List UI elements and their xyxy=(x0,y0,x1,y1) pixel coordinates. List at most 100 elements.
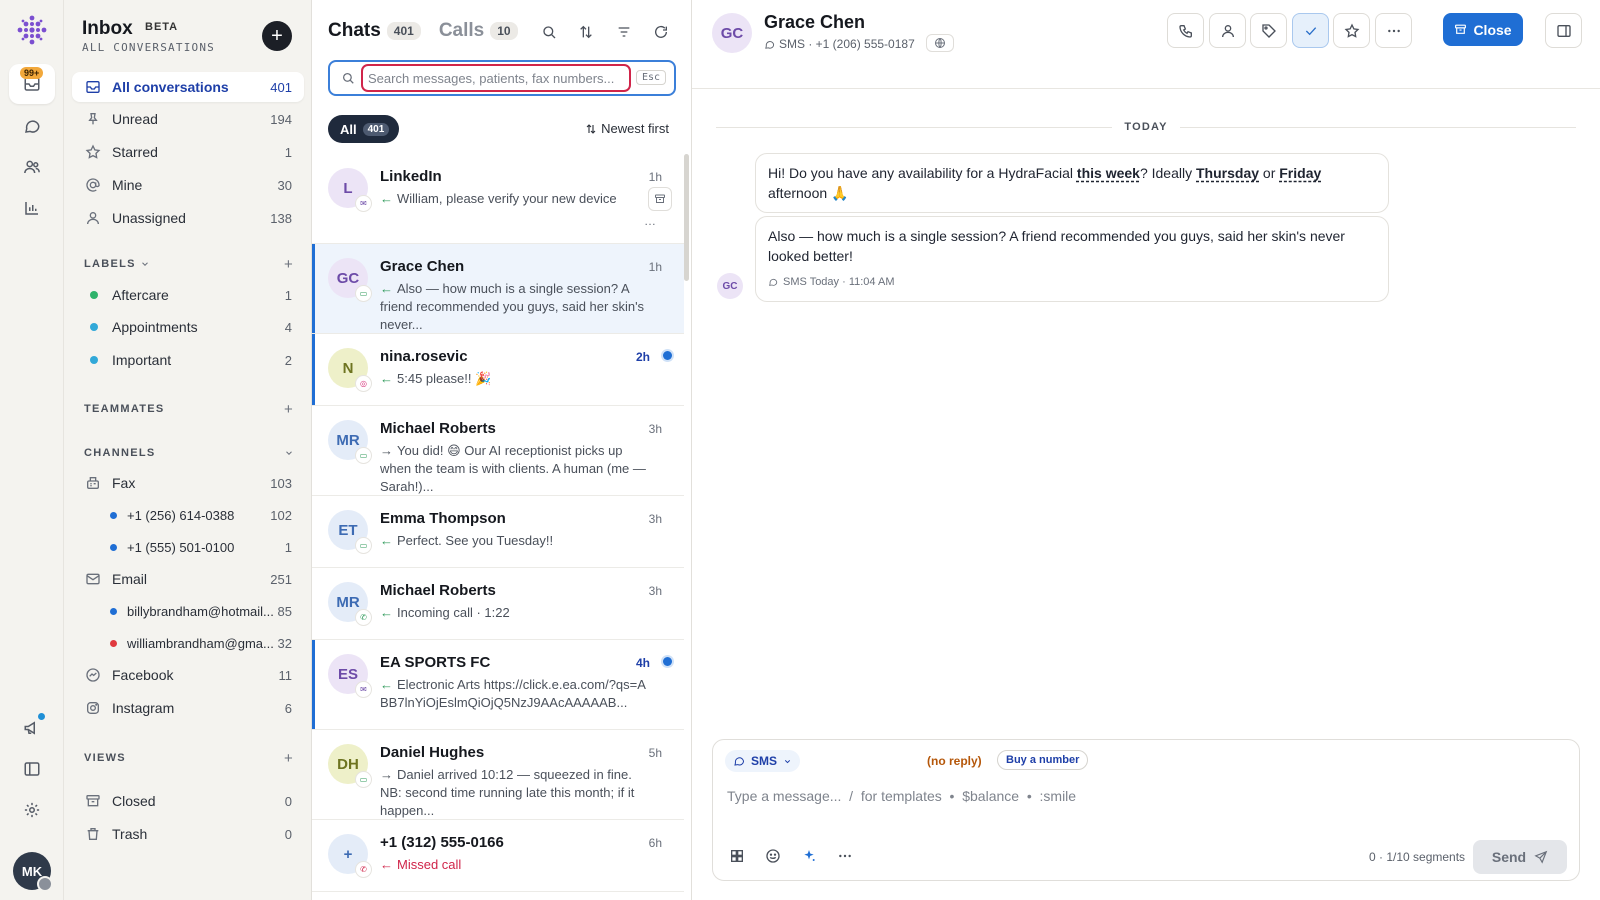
rail-settings-button[interactable] xyxy=(9,790,55,830)
avatar: + ✆ xyxy=(328,834,371,877)
sidebar-fax-number-2[interactable]: +1 (555) 501-0100 1 xyxy=(72,532,304,562)
conversation-item[interactable]: MR ▭ Michael Roberts 3h → You did! 😄 Our A… xyxy=(312,406,684,496)
send-button[interactable]: Send xyxy=(1473,840,1567,874)
megaphone-icon xyxy=(24,721,35,735)
message-bubble[interactable]: Hi! Do you have any availability for a H… xyxy=(755,153,1389,213)
label-button[interactable] xyxy=(1250,13,1287,48)
sidebar-channel-email[interactable]: Email 251 xyxy=(72,564,304,594)
avatar: MR ✆ xyxy=(328,582,371,625)
rail-chat-button[interactable] xyxy=(9,106,55,146)
date-suggestion-link[interactable]: this week xyxy=(1077,165,1140,181)
message-bubble[interactable]: Also — how much is a single session? A f… xyxy=(755,216,1389,302)
templates-button[interactable] xyxy=(725,844,749,868)
more-options-button[interactable] xyxy=(1375,13,1412,48)
sidebar-view-closed[interactable]: Closed 0 xyxy=(72,786,304,816)
filter-button[interactable] xyxy=(612,20,636,44)
filter-all-chip[interactable]: All 401 xyxy=(328,115,400,143)
conversation-preview: → Daniel arrived 10:12 — squeezed in fine… xyxy=(380,766,648,820)
tab-calls[interactable]: Calls 10 xyxy=(439,20,518,42)
assign-button[interactable] xyxy=(1209,13,1246,48)
user-avatar[interactable]: MK xyxy=(13,852,53,892)
sidebar-email-account-1[interactable]: billybrandham@hotmail... 85 xyxy=(72,596,304,626)
add-view-icon[interactable]: + xyxy=(284,750,294,767)
sidebar-email-account-2[interactable]: williambrandham@gma... 32 xyxy=(72,628,304,658)
views-section-header[interactable]: VIEWS + xyxy=(84,750,294,767)
label-color-dot xyxy=(90,323,98,331)
rail-contacts-button[interactable] xyxy=(9,147,55,187)
sidebar-item-all-conversations[interactable]: All conversations 401 xyxy=(72,72,304,102)
tab-chats[interactable]: Chats 401 xyxy=(328,20,421,42)
add-teammate-icon[interactable]: + xyxy=(284,401,294,418)
add-label-icon[interactable]: + xyxy=(284,256,294,273)
ai-assist-button[interactable] xyxy=(797,844,821,868)
search-button[interactable] xyxy=(537,20,561,44)
avatar: L ✉ xyxy=(328,168,371,211)
chevron-down-icon[interactable] xyxy=(284,448,294,458)
star-button[interactable] xyxy=(1333,13,1370,48)
conversation-item[interactable]: N ◎ nina.rosevic 2h ← 5:45 please!! 🎉 xyxy=(312,334,684,406)
refresh-button[interactable] xyxy=(649,20,673,44)
contact-name[interactable]: Grace Chen xyxy=(764,12,865,33)
archive-button[interactable] xyxy=(648,187,672,211)
rail-inbox-button[interactable]: 99+ xyxy=(9,64,55,104)
conversation-item[interactable]: MR ✆ Michael Roberts 3h ← Incoming call · … xyxy=(312,568,684,640)
trash-icon xyxy=(84,825,102,843)
search-input[interactable] xyxy=(361,64,631,92)
sidebar-channel-instagram[interactable]: Instagram 6 xyxy=(72,693,304,723)
message-input[interactable] xyxy=(727,784,1367,808)
sidebar-view-trash[interactable]: Trash 0 xyxy=(72,819,304,849)
sidebar-item-mine[interactable]: Mine 30 xyxy=(72,170,304,200)
channel-selector[interactable]: SMS xyxy=(725,750,801,772)
preview-text: Incoming call · 1:22 xyxy=(397,605,510,620)
emoji-button[interactable] xyxy=(761,844,785,868)
avatar: ES ✉ xyxy=(328,654,371,697)
sort-dropdown[interactable]: Newest first xyxy=(585,121,669,136)
mark-done-button[interactable] xyxy=(1292,13,1329,48)
sort-toggle-button[interactable] xyxy=(574,20,598,44)
avatar: ET ▭ xyxy=(328,510,371,553)
sidebar-channel-fax[interactable]: Fax 103 xyxy=(72,468,304,498)
rail-announcements-button[interactable] xyxy=(9,708,55,748)
language-button[interactable] xyxy=(926,34,954,52)
date-divider-label: TODAY xyxy=(1124,121,1168,133)
sidebar-item-starred[interactable]: Starred 1 xyxy=(72,137,304,167)
call-button[interactable] xyxy=(1167,13,1204,48)
date-suggestion-link[interactable]: Thursday xyxy=(1196,165,1259,181)
labels-section-header[interactable]: LABELS + xyxy=(84,256,294,273)
check-icon xyxy=(1305,26,1316,35)
sidebar-label-appointments[interactable]: Appointments 4 xyxy=(72,312,304,342)
app-logo[interactable] xyxy=(14,12,50,48)
conversation-item[interactable]: + ✆ +1 (312) 555-0166 6h ← Missed call xyxy=(312,820,684,892)
more-tools-button[interactable] xyxy=(833,844,857,868)
close-conversation-button[interactable]: Close xyxy=(1443,13,1523,46)
rail-reports-button[interactable] xyxy=(9,188,55,228)
conversation-item[interactable]: GC ▭ Grace Chen 1h ← Also — how much is a … xyxy=(312,244,684,334)
list-scrollbar[interactable] xyxy=(684,154,689,281)
contact-channel-number: SMS · +1 (206) 555-0187 xyxy=(779,37,915,51)
incoming-arrow-icon: ← xyxy=(380,191,393,206)
conversation-item[interactable]: DH ▭ Daniel Hughes 5h → Daniel arrived 10:… xyxy=(312,730,684,820)
refresh-icon xyxy=(655,25,667,38)
sidebar-item-unassigned[interactable]: Unassigned 138 xyxy=(72,203,304,233)
conversation-thread: GC Grace Chen SMS · +1 (206) 555-0187 Cl… xyxy=(692,0,1600,900)
conversation-name: +1 (312) 555-0166 xyxy=(380,834,504,851)
sidebar-label-aftercare[interactable]: Aftercare 1 xyxy=(72,280,304,310)
message-text: ? Ideally xyxy=(1139,165,1196,181)
conversation-item[interactable]: ET ▭ Emma Thompson 3h ← Perfect. See you T… xyxy=(312,496,684,568)
message-text: Also — how much is a single session? A f… xyxy=(768,228,1345,264)
buy-number-button[interactable]: Buy a number xyxy=(997,750,1089,770)
sidebar-label-important[interactable]: Important 2 xyxy=(72,345,304,375)
new-conversation-button[interactable]: + xyxy=(262,21,292,51)
conversation-item[interactable]: L ✉ LinkedIn 1h ← William, please verify y… xyxy=(312,154,684,244)
conversation-item[interactable]: ES ✉ EA SPORTS FC 4h ← Electronic Arts htt… xyxy=(312,640,684,730)
rail-panel-toggle[interactable] xyxy=(9,749,55,789)
sidebar-fax-number-1[interactable]: +1 (256) 614-0388 102 xyxy=(72,500,304,530)
label-color-dot xyxy=(90,356,98,364)
toggle-details-panel-button[interactable] xyxy=(1545,13,1582,48)
sidebar-channel-facebook[interactable]: Facebook 11 xyxy=(72,660,304,690)
sidebar-item-unread[interactable]: Unread 194 xyxy=(72,104,304,134)
conversation-preview: ← Incoming call · 1:22 xyxy=(380,604,648,622)
date-suggestion-link[interactable]: Friday xyxy=(1279,165,1321,181)
teammates-section-header[interactable]: TEAMMATES + xyxy=(84,401,294,418)
channels-section-header[interactable]: CHANNELS xyxy=(84,447,294,459)
